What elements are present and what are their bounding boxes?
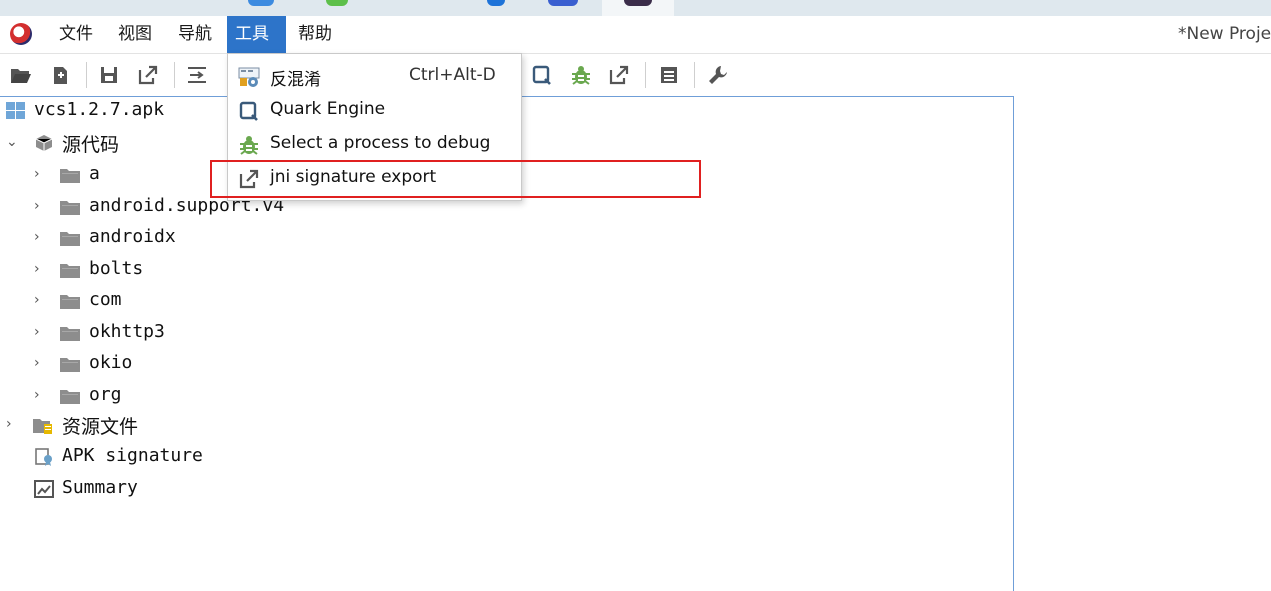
package-folder-icon: [60, 200, 80, 215]
apk-file-icon: [6, 102, 25, 119]
debug-bug-icon[interactable]: [570, 64, 592, 86]
toolbar-separator: [86, 62, 87, 88]
menu-item-deobfuscate[interactable]: 反混淆 Ctrl+Alt-D: [228, 59, 521, 93]
menu-bar: 文件 视图 导航 工具 帮助 *New Proje: [0, 16, 1271, 54]
package-folder-icon: [60, 358, 80, 372]
menu-item-label: Quark Engine: [270, 99, 386, 119]
deobfuscate-icon: [238, 67, 260, 87]
taskbar-app-icon[interactable]: [248, 0, 274, 6]
package-box-icon: [35, 135, 53, 151]
package-folder-icon: [60, 169, 80, 183]
sync-tree-icon[interactable]: [186, 64, 208, 86]
tree-label: okio: [89, 352, 133, 373]
package-folder-icon: [60, 295, 80, 309]
tree-label: androidx: [89, 226, 176, 247]
menu-navigate[interactable]: 导航: [170, 16, 220, 53]
chevron-right-icon[interactable]: ›: [34, 293, 48, 307]
menu-view[interactable]: 视图: [110, 16, 160, 53]
toolbar-separator: [694, 62, 695, 88]
tree-label: APK signature: [62, 445, 203, 466]
bug-icon: [240, 136, 258, 155]
tree-label: okhttp3: [89, 320, 165, 342]
menu-item-label: 反混淆: [270, 70, 321, 90]
summary-chart-icon: [34, 480, 54, 498]
toolbar-separator: [645, 62, 646, 88]
chevron-right-icon[interactable]: ›: [6, 417, 20, 431]
tree-label: vcs1.2.7.apk: [34, 99, 165, 120]
log-viewer-icon[interactable]: [658, 64, 680, 86]
chevron-down-icon[interactable]: ⌄: [6, 135, 20, 149]
menu-item-quark-engine[interactable]: Quark Engine: [228, 93, 521, 127]
quark-engine-icon: [239, 101, 258, 121]
add-files-icon[interactable]: [50, 64, 72, 86]
shortcut-label: Ctrl+Alt-D: [409, 65, 496, 85]
quark-engine-icon[interactable]: [531, 64, 553, 86]
taskbar-app-icon[interactable]: [326, 0, 348, 6]
menu-file[interactable]: 文件: [51, 16, 101, 53]
tree-label: org: [89, 383, 122, 405]
tree-label: 源代码: [62, 134, 120, 156]
menu-help[interactable]: 帮助: [290, 16, 340, 53]
tree-label: bolts: [89, 257, 144, 279]
jni-export-icon[interactable]: [608, 64, 630, 86]
wrench-icon[interactable]: [707, 64, 729, 86]
menu-item-label: Select a process to debug: [270, 133, 491, 153]
tree-label: a: [89, 163, 100, 184]
taskbar-active-tab[interactable]: [602, 0, 674, 16]
package-folder-icon: [60, 326, 80, 341]
app-logo-icon: [10, 23, 32, 45]
toolbar: [0, 54, 1271, 96]
menu-tools[interactable]: 工具: [227, 16, 286, 53]
package-folder-icon: [60, 232, 80, 246]
open-folder-icon[interactable]: [10, 64, 32, 86]
taskbar-app-icon[interactable]: [548, 0, 578, 6]
chevron-right-icon[interactable]: ›: [34, 262, 48, 276]
tree-label: Summary: [62, 477, 138, 498]
tree-label: 资源文件: [62, 416, 139, 438]
red-highlight-annotation: [210, 160, 701, 198]
os-taskbar-strip: [0, 0, 1271, 16]
certificate-icon: [35, 448, 52, 466]
taskbar-app-icon[interactable]: [487, 0, 505, 6]
project-title: *New Proje: [1178, 24, 1271, 44]
tree-label: com: [89, 289, 122, 310]
export-icon[interactable]: [137, 64, 159, 86]
resources-folder-icon: [33, 419, 52, 434]
chevron-right-icon[interactable]: ›: [34, 356, 48, 370]
chevron-right-icon[interactable]: ›: [34, 167, 48, 181]
chevron-right-icon[interactable]: ›: [34, 199, 48, 213]
toolbar-separator: [174, 62, 175, 88]
menu-item-debug-process[interactable]: Select a process to debug: [228, 127, 521, 161]
chevron-right-icon[interactable]: ›: [34, 388, 48, 402]
chevron-right-icon[interactable]: ›: [34, 230, 48, 244]
package-folder-icon: [60, 389, 80, 404]
chevron-right-icon[interactable]: ›: [34, 325, 48, 339]
save-icon[interactable]: [98, 64, 120, 86]
package-folder-icon: [60, 263, 80, 278]
